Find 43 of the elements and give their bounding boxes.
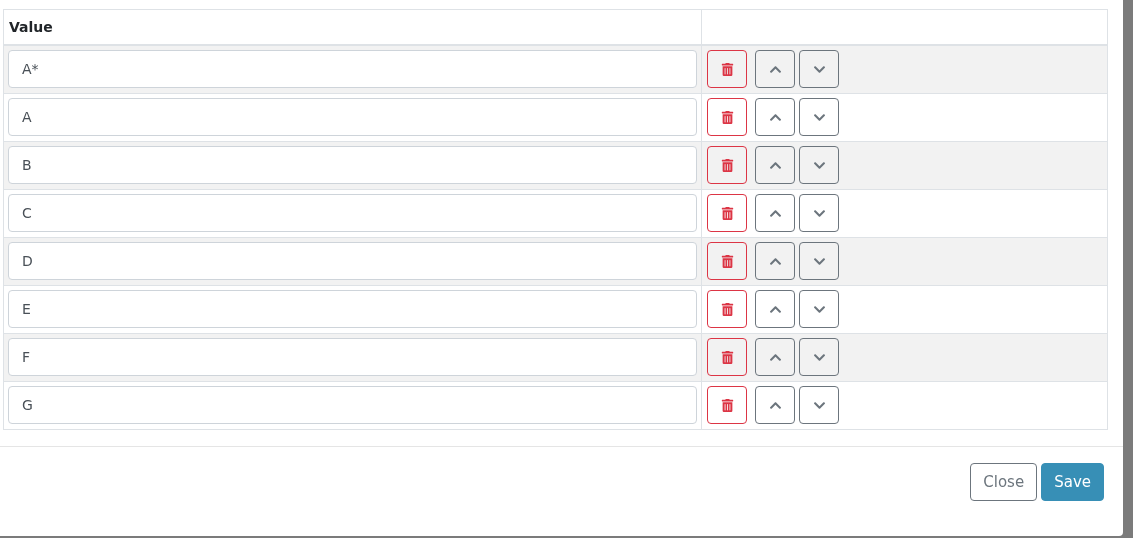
delete-button[interactable] — [707, 290, 747, 328]
move-up-button[interactable] — [755, 194, 795, 232]
value-field[interactable]: B — [8, 146, 697, 184]
delete-button[interactable] — [707, 194, 747, 232]
value-field[interactable]: F — [8, 338, 697, 376]
move-up-button[interactable] — [755, 242, 795, 280]
move-down-button[interactable] — [799, 290, 839, 328]
trash-icon — [720, 254, 734, 268]
trash-icon — [720, 110, 734, 124]
trash-icon — [720, 302, 734, 316]
trash-icon — [720, 206, 734, 220]
trash-icon — [720, 398, 734, 412]
delete-button[interactable] — [707, 242, 747, 280]
delete-button[interactable] — [707, 146, 747, 184]
move-down-button[interactable] — [799, 242, 839, 280]
move-up-button[interactable] — [755, 338, 795, 376]
move-down-button[interactable] — [799, 194, 839, 232]
move-down-button[interactable] — [799, 146, 839, 184]
delete-button[interactable] — [707, 98, 747, 136]
move-down-button[interactable] — [799, 386, 839, 424]
value-field[interactable]: A* — [8, 50, 697, 88]
move-down-button[interactable] — [799, 338, 839, 376]
move-up-button[interactable] — [755, 386, 795, 424]
value-field[interactable]: C — [8, 194, 697, 232]
close-button[interactable]: Close — [970, 463, 1038, 501]
move-up-button[interactable] — [755, 290, 795, 328]
trash-icon — [720, 350, 734, 364]
column-header: Value — [9, 19, 53, 35]
move-down-button[interactable] — [799, 98, 839, 136]
move-up-button[interactable] — [755, 98, 795, 136]
move-down-button[interactable] — [799, 50, 839, 88]
value-field[interactable]: D — [8, 242, 697, 280]
delete-button[interactable] — [707, 50, 747, 88]
value-field[interactable]: G — [8, 386, 697, 424]
delete-button[interactable] — [707, 386, 747, 424]
value-field[interactable]: E — [8, 290, 697, 328]
move-up-button[interactable] — [755, 50, 795, 88]
save-button[interactable]: Save — [1041, 463, 1104, 501]
trash-icon — [720, 62, 734, 76]
delete-button[interactable] — [707, 338, 747, 376]
trash-icon — [720, 158, 734, 172]
value-field[interactable]: A — [8, 98, 697, 136]
move-up-button[interactable] — [755, 146, 795, 184]
